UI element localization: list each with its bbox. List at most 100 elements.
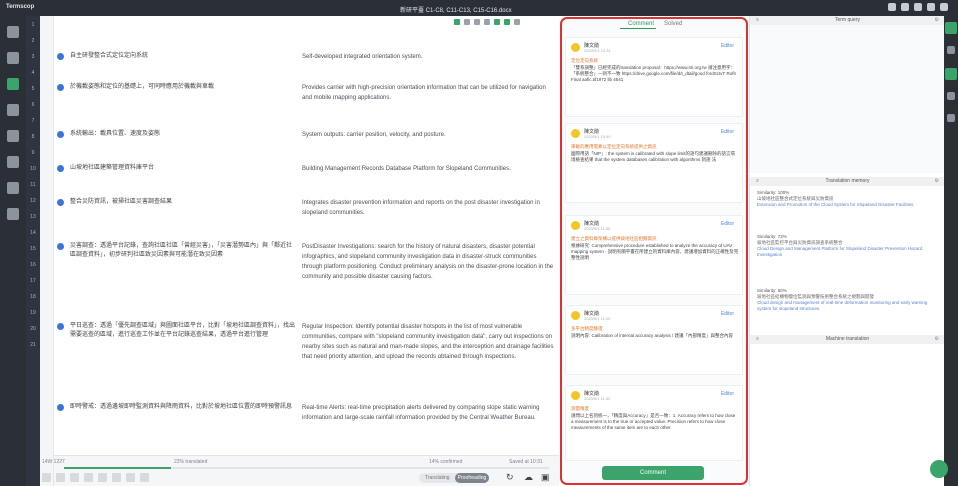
machine-translation-panel: ≡ Machine translation ⚙: [749, 335, 945, 486]
comment-time: 2023/9/1 11:42: [584, 396, 611, 401]
target-text[interactable]: Provides carrier with high-precision ori…: [302, 83, 554, 103]
tab-comment[interactable]: Comment: [628, 21, 654, 27]
toolbar-button[interactable]: [98, 473, 107, 482]
target-text[interactable]: Self-developed integrated orientation sy…: [302, 52, 554, 62]
collapse-icon[interactable]: ≡: [756, 16, 759, 25]
home-icon[interactable]: [7, 26, 19, 38]
tm-target: Cloud Design and Management Platform for…: [757, 246, 923, 257]
comment-edit-link[interactable]: Editor: [721, 129, 734, 135]
gear-icon[interactable]: ⚙: [935, 16, 939, 25]
target-text[interactable]: System outputs: carrier position, veloci…: [302, 130, 554, 140]
source-text: 於機載姿態和定位的基礎上，可同時應用於機載與車載: [70, 84, 215, 90]
term-query-header: ≡ Term query ⚙: [750, 16, 945, 25]
segment-status-dot: [57, 199, 64, 206]
font-icon[interactable]: [474, 19, 480, 25]
terms-icon[interactable]: [7, 104, 19, 116]
tools-icon[interactable]: [947, 46, 955, 54]
gear-icon[interactable]: ⚙: [935, 335, 939, 344]
star-icon[interactable]: [7, 156, 19, 168]
gear-icon[interactable]: ⚙: [935, 177, 939, 186]
tm-match[interactable]: Similarity: 72% 坡地社區監控平台與災防資訊調查系統整合 Clou…: [757, 234, 942, 258]
source-text: 平日巡查：透過「優先調查區域」與圖面社區平台，比對「坡地社區調查資料」，找出需要…: [70, 323, 296, 338]
memory-icon[interactable]: [7, 130, 19, 142]
comment-panel: Comment Solved 陳文勛 2023/9/1 10:31 Editor…: [560, 17, 748, 485]
user-icon[interactable]: [940, 3, 948, 11]
comment-edit-link[interactable]: Editor: [721, 311, 734, 317]
toolbar-button[interactable]: [70, 473, 79, 482]
line-number: 18: [30, 294, 36, 300]
toolbar-button[interactable]: [126, 473, 135, 482]
notification-icon[interactable]: [914, 3, 922, 11]
collapse-icon[interactable]: ≡: [756, 335, 759, 344]
settings-icon[interactable]: [514, 19, 520, 25]
line-number: 21: [30, 342, 36, 348]
comment-body: 說明內容: Calibration of internal accuracy a…: [571, 333, 734, 338]
comment-card: 陳文勛 2023/9/1 10:31 Editor 定位定向系統 「雙系調整」已…: [565, 37, 743, 117]
help-icon[interactable]: [901, 3, 909, 11]
toolbar-button[interactable]: [56, 473, 65, 482]
toolbar-button[interactable]: [84, 473, 93, 482]
chat-icon[interactable]: [930, 460, 948, 478]
word-count: 14W 1227: [42, 459, 65, 465]
line-number: 13: [30, 214, 36, 220]
avatar: [571, 391, 580, 400]
target-text[interactable]: Regular Inspection: Identify potential d…: [302, 322, 554, 362]
tm-match[interactable]: Similarity: 60% 坡地社區結構物變位監測與預警技術整合系統之規劃與…: [757, 288, 942, 312]
settings-icon[interactable]: [7, 208, 19, 220]
files-icon[interactable]: [7, 52, 19, 64]
settings-icon[interactable]: [927, 3, 935, 11]
toolbar-button[interactable]: [42, 473, 51, 482]
history-icon[interactable]: [947, 114, 955, 122]
comment-card: 陳文勛 2023/9/1 11:05 Editor 建立之資料庫架構以提供坡地社…: [565, 215, 743, 295]
memory-panel-icon[interactable]: [945, 68, 957, 80]
title-bar: Termscop 新研平臺 C1-C8, C11-C13, C15-C16.do…: [0, 0, 958, 16]
target-text[interactable]: PostDisaster Investigations: search for …: [302, 242, 554, 282]
search-icon[interactable]: [504, 19, 510, 25]
toolbar-button[interactable]: [112, 473, 121, 482]
chart-icon[interactable]: [7, 182, 19, 194]
comment-quote: 定位定向系統: [571, 58, 598, 63]
comment-button[interactable]: Comment: [602, 466, 704, 480]
target-text[interactable]: Real-time Alerts: real-time precipitatio…: [302, 403, 554, 423]
line-number: 1: [31, 22, 35, 28]
mode-toggle[interactable]: Translating Proofreading: [419, 473, 489, 483]
cloud-icon[interactable]: ☁: [524, 472, 533, 483]
toolbar-button[interactable]: [140, 473, 149, 482]
bold-icon[interactable]: [454, 19, 460, 25]
comment-edit-link[interactable]: Editor: [721, 391, 734, 397]
right-sidebar: [944, 16, 958, 486]
search-icon[interactable]: [947, 92, 955, 100]
progress-fill: [64, 467, 171, 469]
segment-status-column: [40, 16, 54, 486]
comment-time: 2023/9/1 11:05: [584, 226, 611, 231]
format-icon[interactable]: [484, 19, 490, 25]
comment-body: 根據研究: Comprehensive procedure establishe…: [571, 243, 739, 260]
target-text[interactable]: Integrates disaster prevention informati…: [302, 198, 554, 218]
comment-edit-link[interactable]: Editor: [721, 43, 734, 49]
line-number: 2: [31, 38, 35, 44]
target-text[interactable]: Building Management Records Database Pla…: [302, 164, 554, 174]
tab-solved[interactable]: Solved: [664, 21, 682, 27]
line-number: 7: [31, 118, 35, 124]
mode-proofreading[interactable]: Proofreading: [455, 473, 489, 483]
comment-edit-link[interactable]: Editor: [721, 221, 734, 227]
avatar: [571, 129, 580, 138]
machine-translation-title: Machine translation: [825, 336, 870, 342]
comment-card: 陳文勛 2023/9/1 11:42 Editor 測量精度 請問以上名詞統一，…: [565, 385, 743, 461]
collapse-icon[interactable]: ≡: [756, 177, 759, 186]
translated-percent: 22% translated: [174, 459, 208, 465]
source-text: 山坡地社區建築管理資料庫平台: [70, 165, 155, 171]
filter-icon[interactable]: [494, 19, 500, 25]
italic-icon[interactable]: [464, 19, 470, 25]
tm-match[interactable]: Similarity: 100% 山坡地社區整合式定位系統與災防資訊 Exten…: [757, 190, 942, 208]
save-icon[interactable]: ▣: [541, 472, 550, 483]
left-sidebar: [0, 16, 26, 486]
term-panel-icon[interactable]: [945, 22, 957, 34]
mode-translating[interactable]: Translating: [425, 475, 450, 481]
line-number-gutter: 1 2 3 4 5 6 7 8 9 10 11 12 13 14 15 16 1…: [26, 16, 40, 486]
editor-icon[interactable]: [7, 78, 19, 90]
translation-memory-title: Translation memory: [825, 178, 870, 184]
refresh-icon[interactable]: ↻: [506, 472, 514, 483]
comment-card: 陳文勛 2023/9/1 10:40 Editor 車載的應用需要以定位定向系統…: [565, 123, 743, 203]
keyboard-icon[interactable]: [888, 3, 896, 11]
